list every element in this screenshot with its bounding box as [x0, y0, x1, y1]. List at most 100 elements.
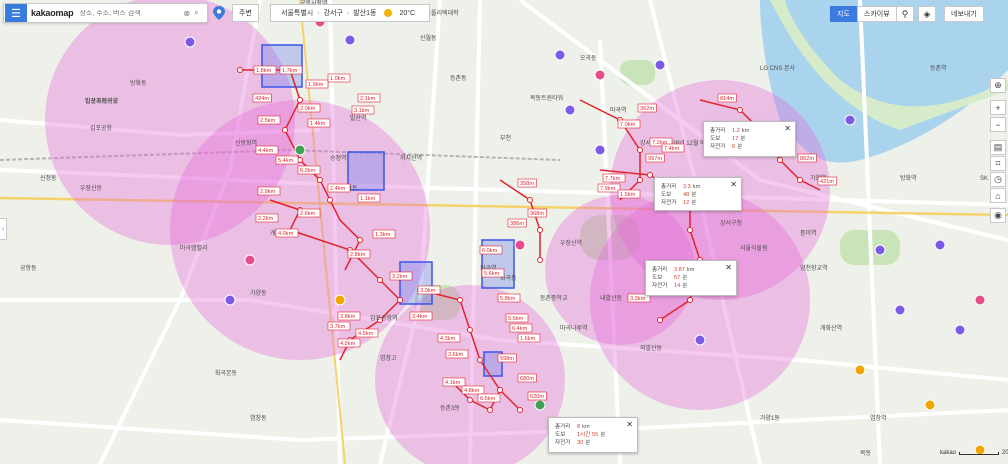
- route-vertex: [647, 172, 653, 178]
- distance-label: 421m: [820, 179, 834, 185]
- roadview-icon[interactable]: ▤: [990, 140, 1006, 155]
- search-icon[interactable]: ⌕: [194, 8, 198, 18]
- rotate-icon[interactable]: ◉: [990, 208, 1006, 223]
- radius-icon[interactable]: ⌂: [990, 188, 1006, 203]
- route-vertex: [687, 297, 693, 303]
- route-vertex: [687, 227, 693, 233]
- layers-icon[interactable]: ◈: [918, 6, 936, 22]
- place-label: 발산역: [350, 114, 367, 122]
- distance-label: 2.5km: [260, 118, 276, 124]
- map-canvas[interactable]: 김포국제공항김포공항공항동방화동개화산신방화역송정역마곡역발산역우장산역화곡역까…: [0, 0, 1008, 464]
- distance-label: 3.8km: [340, 314, 356, 320]
- route-vertex: [317, 177, 323, 183]
- distance-label: 2.4km: [330, 186, 346, 192]
- distance-label: 5.4km: [278, 158, 294, 164]
- route-vertex: [637, 177, 643, 183]
- place-label: 강서구청: [720, 219, 742, 227]
- place-label: 가양동: [250, 289, 267, 297]
- distance-label: 862m: [800, 156, 814, 162]
- route-vertex: [497, 387, 503, 393]
- place-label: 염창동: [250, 414, 267, 422]
- distance-label: 7.7km: [605, 176, 621, 182]
- pin-icon[interactable]: ⚲: [896, 6, 914, 22]
- zoom-in-icon[interactable]: +: [990, 100, 1006, 115]
- distance-label: 5.6km: [484, 271, 500, 277]
- place-label: 등촌동: [450, 74, 467, 82]
- distance-label: 4.3km: [440, 336, 456, 342]
- poi-marker: [954, 324, 966, 336]
- map-button[interactable]: 지도: [830, 6, 857, 22]
- distance-label: 1.5km: [620, 192, 636, 198]
- place-label: 발산초등학교: [85, 97, 119, 105]
- location-pin-icon[interactable]: [212, 5, 226, 21]
- radius-circle: [590, 190, 810, 410]
- distance-label: 4.1km: [445, 380, 461, 386]
- zoom-out-icon[interactable]: −: [990, 117, 1006, 132]
- poi-marker: [184, 36, 196, 48]
- distance-label: 386m: [510, 221, 524, 227]
- poi-marker: [554, 49, 566, 61]
- close-icon[interactable]: ✕: [730, 180, 737, 189]
- place-label: 외발산동: [640, 344, 663, 352]
- distance-label: 5.5km: [508, 316, 524, 322]
- route-vertex: [797, 177, 803, 183]
- place-label: 김포공항역: [370, 314, 398, 322]
- breadcrumb-dong[interactable]: 발산1동: [349, 8, 380, 18]
- skyview-button[interactable]: 스카이뷰: [856, 6, 897, 22]
- close-icon[interactable]: ✕: [725, 263, 732, 272]
- area-icon[interactable]: ◷: [990, 172, 1006, 187]
- distance-label: 2.8km: [350, 252, 366, 258]
- distance-label: 424m: [255, 96, 269, 102]
- distance-label: 1.3km: [375, 232, 391, 238]
- distance-label: 1.4km: [310, 121, 326, 127]
- distance-label: 1.9km: [308, 82, 324, 88]
- route-vertex: [297, 97, 303, 103]
- close-icon[interactable]: ✕: [626, 420, 633, 429]
- current-location-icon[interactable]: ⊕: [990, 78, 1006, 93]
- poi-marker: [244, 254, 256, 266]
- route-vertex: [282, 127, 288, 133]
- route-vertex: [737, 107, 743, 113]
- breadcrumb: 서울특별시 › 강서구 › 발산1동 20°C: [270, 4, 431, 22]
- sidebar-expand-icon[interactable]: ›: [0, 218, 7, 240]
- distance-label: 3.4km: [412, 314, 428, 320]
- distance-label: 7.4km: [664, 146, 680, 152]
- distance-label: 2.2km: [258, 216, 274, 222]
- route-vertex: [517, 407, 523, 413]
- breadcrumb-city[interactable]: 서울특별시: [277, 8, 317, 18]
- route-vertex: [527, 197, 533, 203]
- breadcrumb-district[interactable]: 강서구: [320, 8, 347, 18]
- distance-icon[interactable]: ⌗: [990, 156, 1006, 171]
- poi-marker: [844, 114, 856, 126]
- distance-popup: 총거리 8 km 도보 1시간 55 분 자전거 30 분 ✕: [548, 417, 638, 453]
- place-label: 서울식물원: [740, 244, 768, 252]
- distance-label: 6.0km: [482, 248, 498, 254]
- menu-icon[interactable]: ☰: [5, 4, 27, 22]
- clear-icon[interactable]: ⊗: [183, 9, 190, 18]
- poi-marker: [224, 294, 236, 306]
- distance-label: 4.0km: [278, 231, 294, 237]
- search-box[interactable]: ☰ kakaomap ⊗ ⌕: [3, 3, 208, 23]
- route-vertex: [397, 297, 403, 303]
- poi-marker: [294, 144, 306, 156]
- distance-label: 997m: [648, 156, 662, 162]
- route-vertex: [777, 157, 783, 163]
- poi-marker: [564, 104, 576, 116]
- place-label: 까치산역: [400, 154, 422, 162]
- close-icon[interactable]: ✕: [784, 124, 791, 133]
- place-label: 내발산동: [600, 294, 623, 302]
- route-vertex: [377, 277, 383, 283]
- route-vertex: [357, 237, 363, 243]
- poi-marker: [934, 239, 946, 251]
- poi-marker: [694, 334, 706, 346]
- place-label: 증미역: [800, 229, 817, 237]
- search-input[interactable]: [79, 9, 180, 17]
- place-label: 목동트윈타워: [530, 94, 563, 102]
- nearby-button[interactable]: 주변: [232, 4, 259, 22]
- place-label: 신방화역: [235, 139, 257, 147]
- poi-marker: [344, 34, 356, 46]
- distance-popup: 총거리 3.87 km 도보 57 분 자전거 14 분 ✕: [645, 260, 737, 296]
- distance-label: 1.6km: [520, 336, 536, 342]
- distance-label: 3.7km: [330, 324, 346, 330]
- share-button[interactable]: 네보내기: [944, 6, 984, 22]
